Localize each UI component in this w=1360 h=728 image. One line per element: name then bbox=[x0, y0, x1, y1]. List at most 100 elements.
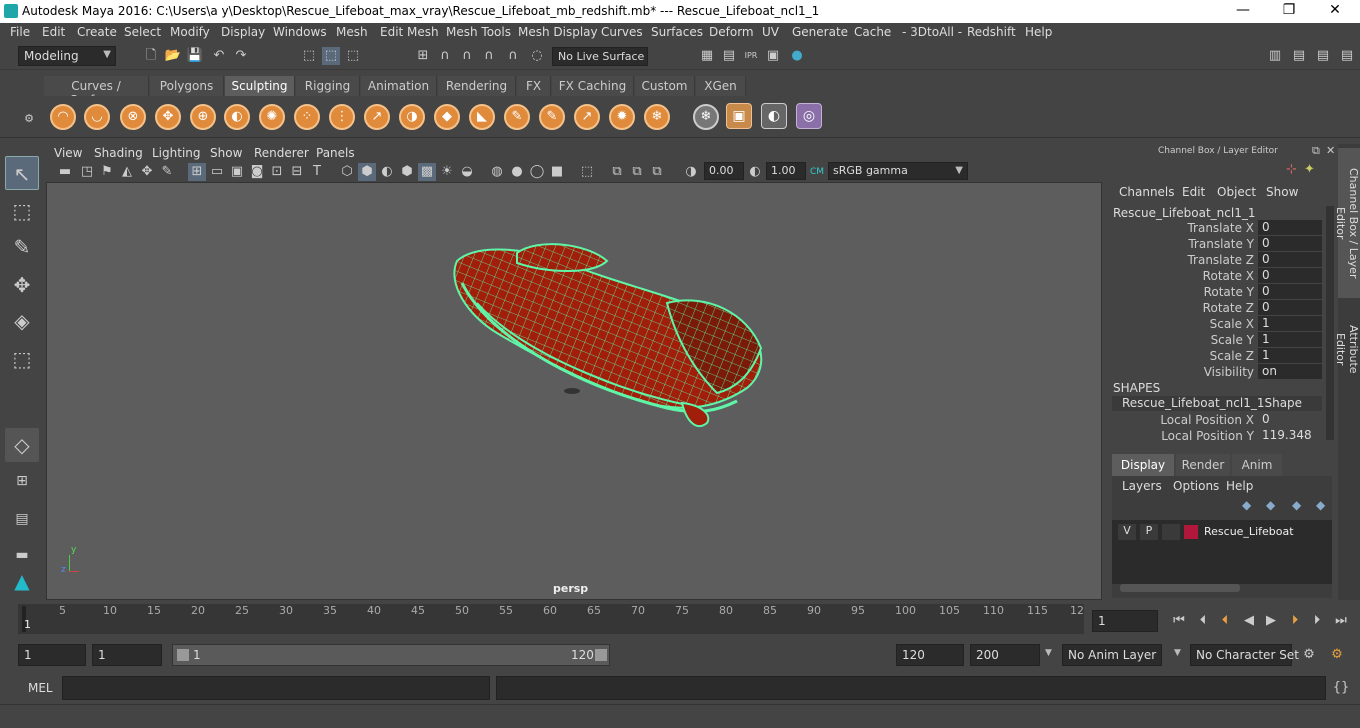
menu-redshift[interactable]: Redshift bbox=[967, 25, 1016, 39]
play-backwards-icon[interactable]: ◀ bbox=[1240, 612, 1258, 630]
blend-shape-icon[interactable]: ◐ bbox=[761, 103, 787, 129]
go-to-end-icon[interactable]: ⏭ bbox=[1332, 612, 1350, 630]
wireframe-icon[interactable]: ⬡ bbox=[338, 163, 356, 181]
relax-brush-icon[interactable]: ⊗ bbox=[120, 104, 146, 130]
menu-mesh-display[interactable]: Mesh Display bbox=[518, 25, 598, 39]
new-scene-icon[interactable]: 🗋 bbox=[142, 47, 160, 65]
render-view-icon[interactable]: ▦ bbox=[698, 47, 716, 65]
make-live-icon[interactable]: ◌ bbox=[528, 47, 546, 65]
menu-select[interactable]: Select bbox=[124, 25, 161, 39]
play-forwards-icon[interactable]: ▶ bbox=[1262, 612, 1280, 630]
channel-value[interactable]: 0 bbox=[1258, 268, 1322, 283]
range-slider[interactable]: 1 120 bbox=[172, 644, 610, 666]
channel-row[interactable]: Translate Z 0 bbox=[1108, 252, 1336, 268]
current-frame-field[interactable]: 1 bbox=[1092, 610, 1158, 632]
channel-value[interactable]: 0 bbox=[1258, 220, 1322, 235]
convert-to-frozen-icon[interactable]: ❄ bbox=[693, 104, 719, 130]
layer-visibility-toggle[interactable]: V bbox=[1118, 524, 1136, 540]
smooth-brush-icon[interactable]: ◡ bbox=[84, 104, 110, 130]
layer-playback-toggle[interactable]: P bbox=[1140, 524, 1158, 540]
grid-icon[interactable]: ⊞ bbox=[188, 163, 206, 181]
color-management-icon[interactable]: CM bbox=[808, 163, 826, 181]
xray-icon[interactable]: ⧉ bbox=[608, 163, 626, 181]
move-layer-up-icon[interactable]: ◆ bbox=[1242, 498, 1251, 512]
amplify-brush-icon[interactable]: ✹ bbox=[609, 104, 635, 130]
smear-brush-icon[interactable]: ✎ bbox=[539, 104, 565, 130]
scrape-brush-icon[interactable]: ◆ bbox=[434, 104, 460, 130]
select-tool-icon[interactable]: ↖ bbox=[5, 156, 39, 190]
attribute-editor-toggle-icon[interactable]: ▤ bbox=[1314, 47, 1332, 65]
shelf-tab-rigging[interactable]: Rigging bbox=[296, 76, 360, 96]
shelf-tab-fx-caching[interactable]: FX Caching bbox=[552, 76, 634, 96]
script-editor-icon[interactable]: {} bbox=[1332, 679, 1350, 697]
shelf-tab-fx[interactable]: FX bbox=[517, 76, 551, 96]
scale-tool-icon[interactable]: ⬚ bbox=[5, 342, 39, 376]
le-menu-options[interactable]: Options bbox=[1173, 479, 1219, 493]
step-forward-key-icon[interactable]: ⏵ bbox=[1286, 612, 1304, 630]
pinch-brush-icon[interactable]: ⊕ bbox=[190, 104, 216, 130]
shelf-tab-polygons[interactable]: Polygons bbox=[150, 76, 224, 96]
cb-menu-channels[interactable]: Channels bbox=[1119, 185, 1175, 199]
menu-mesh[interactable]: Mesh bbox=[336, 25, 368, 39]
menu-help[interactable]: Help bbox=[1025, 25, 1052, 39]
layer-type-toggle[interactable] bbox=[1162, 524, 1180, 540]
textured-icon[interactable]: ▩ bbox=[418, 163, 436, 181]
time-slider[interactable]: 1 5 10 15 20 25 30 35 40 45 50 55 60 65 … bbox=[18, 604, 1084, 634]
new-layer-icon[interactable]: ◆ bbox=[1292, 498, 1301, 512]
layer-color-swatch[interactable] bbox=[1184, 525, 1198, 539]
float-panel-icon[interactable]: ⧉ bbox=[1312, 144, 1320, 158]
range-end-handle[interactable] bbox=[595, 649, 607, 661]
workspace-icon[interactable]: ▥ bbox=[1266, 47, 1284, 65]
menu-curves[interactable]: Curves bbox=[601, 25, 643, 39]
imprint-brush-icon[interactable]: ↗ bbox=[364, 104, 390, 130]
playback-end-field[interactable]: 120 bbox=[896, 644, 964, 666]
gamma-field[interactable]: 1.00 bbox=[766, 162, 806, 180]
channel-value[interactable]: 1 bbox=[1258, 316, 1322, 331]
anim-layer-dropdown[interactable]: No Anim Layer bbox=[1062, 644, 1162, 666]
channel-row[interactable]: Scale Z 1 bbox=[1108, 348, 1336, 364]
range-start-handle[interactable] bbox=[177, 649, 189, 661]
channel-row[interactable]: Translate X 0 bbox=[1108, 220, 1336, 236]
scene-end-field[interactable]: 200 bbox=[970, 644, 1040, 666]
render-settings-icon[interactable]: ▣ bbox=[764, 47, 782, 65]
menu-3dtoall[interactable]: - 3DtoAll - bbox=[902, 25, 962, 39]
go-to-start-icon[interactable]: ⏮ bbox=[1170, 612, 1188, 630]
menu-surfaces[interactable]: Surfaces bbox=[651, 25, 703, 39]
spray-brush-icon[interactable]: ⁘ bbox=[294, 104, 320, 130]
snap-point-icon[interactable]: ∩ bbox=[458, 47, 476, 65]
menu-edit-mesh[interactable]: Edit Mesh bbox=[380, 25, 439, 39]
default-material-icon[interactable]: ⬢ bbox=[398, 163, 416, 181]
repeat-brush-icon[interactable]: ⋮ bbox=[329, 104, 355, 130]
maximize-button[interactable]: ❐ bbox=[1266, 2, 1312, 18]
vp-menu-panels[interactable]: Panels bbox=[316, 146, 355, 160]
menu-uv[interactable]: UV bbox=[762, 25, 779, 39]
bulge-brush-icon[interactable]: ↗ bbox=[574, 104, 600, 130]
menu-create[interactable]: Create bbox=[77, 25, 117, 39]
shelf-tab-xgen[interactable]: XGen bbox=[696, 76, 746, 96]
command-input[interactable] bbox=[62, 676, 490, 700]
four-view-layout-icon[interactable]: ⊞ bbox=[5, 464, 39, 498]
fill-brush-icon[interactable]: ◣ bbox=[469, 104, 495, 130]
snap-surface-icon[interactable]: ∩ bbox=[504, 47, 522, 65]
xray-components-icon[interactable]: ⧉ bbox=[648, 163, 666, 181]
undo-icon[interactable]: ↶ bbox=[210, 47, 228, 65]
side-tab-channel-box[interactable]: Channel Box / Layer Editor bbox=[1334, 148, 1360, 298]
menu-mesh-tools[interactable]: Mesh Tools bbox=[446, 25, 511, 39]
minimize-button[interactable]: — bbox=[1220, 2, 1266, 18]
view-transform-dropdown[interactable]: sRGB gamma ▼ bbox=[828, 162, 968, 180]
channel-box-toggle-icon[interactable]: ▤ bbox=[1338, 47, 1356, 65]
cb-menu-show[interactable]: Show bbox=[1266, 185, 1298, 199]
select-component-icon[interactable]: ⬚ bbox=[344, 47, 362, 65]
wax-brush-icon[interactable]: ◑ bbox=[399, 104, 425, 130]
cb-menu-object[interactable]: Object bbox=[1217, 185, 1256, 199]
gate-mask-icon[interactable]: ◙ bbox=[248, 163, 266, 181]
channel-value[interactable]: 1 bbox=[1258, 348, 1322, 363]
channel-row[interactable]: Rotate Z 0 bbox=[1108, 300, 1336, 316]
shadows-icon[interactable]: ◒ bbox=[458, 163, 476, 181]
layer-name[interactable]: Rescue_Lifeboat bbox=[1204, 525, 1294, 538]
knife-brush-icon[interactable]: ✎ bbox=[504, 104, 530, 130]
sculpt-brush-icon[interactable]: ◠ bbox=[50, 104, 76, 130]
manipulator-icon[interactable]: ⊹ bbox=[1286, 162, 1297, 177]
channel-value[interactable]: 0 bbox=[1258, 252, 1322, 267]
sculpt-layer-icon[interactable]: ▣ bbox=[726, 103, 752, 129]
